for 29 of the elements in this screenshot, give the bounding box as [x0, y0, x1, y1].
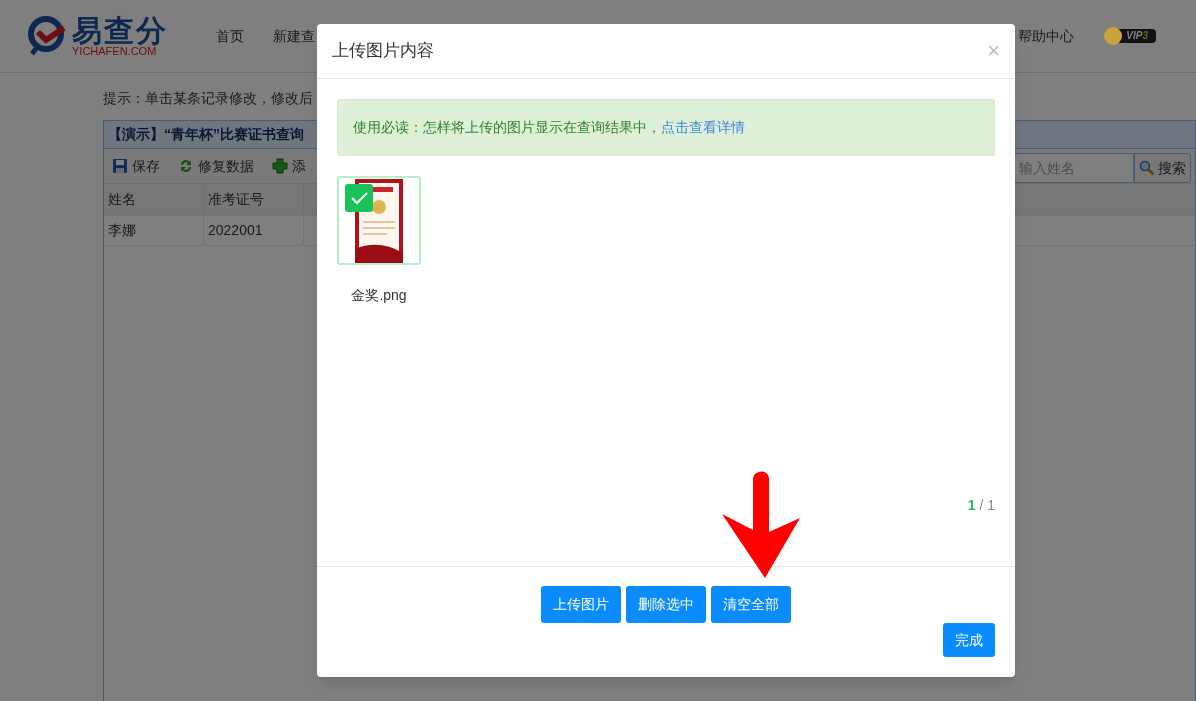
column-header: 准考证号	[204, 184, 304, 215]
notice-text: 使用必读：怎样将上传的图片显示在查询结果中，点击查看详情	[353, 118, 745, 137]
action-button[interactable]: 清空全部	[711, 586, 791, 623]
nav-link[interactable]: 首页	[216, 25, 244, 47]
action-button[interactable]: 删除选中	[626, 586, 706, 623]
logo-text: 易查分	[72, 15, 168, 46]
toolbar-button[interactable]: 添	[272, 155, 306, 177]
help-center-link[interactable]: 帮助中心	[1018, 25, 1075, 47]
refresh-icon	[178, 158, 194, 174]
image-thumbnail[interactable]	[337, 176, 421, 265]
table-cell: 李娜	[104, 216, 204, 245]
column-header: 姓名	[104, 184, 204, 215]
toolbar-button[interactable]: 修复数据	[178, 155, 254, 177]
dialog-title: 上传图片内容	[332, 40, 434, 63]
logo-domain: YICHAFEN.COM	[72, 45, 157, 57]
search-button[interactable]: 搜索	[1134, 153, 1191, 183]
arrow-icon	[721, 470, 801, 580]
hint-text: 提示：单击某条记录修改，修改后	[103, 89, 314, 108]
table-cell: 2022001	[204, 216, 304, 245]
plus-icon	[272, 158, 288, 174]
search-icon	[1139, 160, 1155, 176]
details-link[interactable]: 点击查看详情	[661, 119, 745, 135]
action-button[interactable]: 上传图片	[541, 586, 621, 623]
nav-link[interactable]: 新建查	[273, 25, 315, 47]
page-indicator: 1 / 1	[967, 496, 995, 515]
done-button[interactable]: 完成	[943, 623, 995, 657]
file-name: 金奖.png	[351, 286, 407, 305]
toolbar-button[interactable]: 保存	[112, 155, 160, 177]
checkmark-icon	[345, 184, 373, 212]
